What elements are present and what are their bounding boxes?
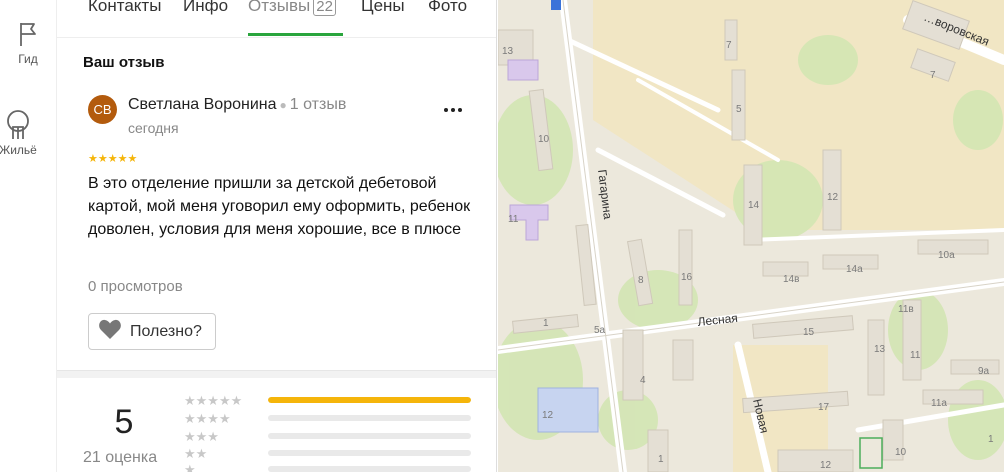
more-dot-icon	[451, 108, 455, 112]
rail-item-guide[interactable]: Гид	[0, 20, 56, 66]
house-number: 7	[930, 70, 936, 81]
house-number: 17	[818, 402, 830, 413]
house-number: 15	[803, 327, 815, 338]
useful-label: Полезно?	[130, 322, 202, 340]
house-number: 13	[874, 344, 886, 355]
review-author: Светлана Воронина ● 1 отзыв	[128, 96, 346, 114]
house-icon	[0, 107, 46, 143]
distribution-fill	[268, 397, 471, 403]
section-divider	[57, 370, 496, 378]
author-name[interactable]: Светлана Воронина	[128, 96, 277, 113]
tab-label: Цены	[361, 0, 405, 15]
house-number: 14а	[846, 264, 863, 275]
tab-count-badge: 22	[313, 0, 336, 16]
review-views: 0 просмотров	[88, 278, 183, 295]
review-rating-stars: ★★★★★	[88, 153, 138, 165]
house-number: 1	[658, 454, 664, 465]
tab-prices[interactable]: Цены	[361, 0, 405, 16]
tab-reviews[interactable]: Отзывы 22	[248, 0, 336, 16]
review-text: В это отделение пришли за детской дебето…	[88, 175, 471, 238]
house-number: 10	[538, 134, 550, 145]
house-number: 13	[502, 46, 514, 57]
more-dot-icon	[444, 108, 448, 112]
house-number: 11	[910, 350, 921, 361]
flag-icon	[0, 20, 56, 48]
tab-label: Инфо	[183, 0, 229, 15]
house-number: 12	[827, 192, 839, 203]
section-title: Ваш отзыв	[83, 54, 165, 71]
house-number: 1	[543, 318, 549, 329]
distribution-stars: ★★★	[184, 429, 219, 444]
separator-dot: ●	[279, 98, 287, 112]
house-number: 11	[508, 214, 519, 225]
distribution-stars: ★★	[184, 446, 208, 461]
house-number: 12	[542, 410, 554, 421]
reviews-panel: Контакты Инфо Отзывы 22 Цены Фото Ваш отз…	[56, 0, 497, 472]
map[interactable]: Гагарина Лесная Новая …воровская 13 10 1…	[498, 0, 1004, 472]
average-rating: 5	[114, 403, 134, 441]
rail-item-label: Гид	[18, 52, 38, 66]
distribution-bar	[268, 397, 471, 403]
house-number: 12	[820, 460, 832, 471]
author-review-count: 1 отзыв	[289, 96, 347, 113]
house-number: 11в	[898, 304, 914, 315]
avatar[interactable]: СВ	[88, 95, 117, 124]
tab-photos[interactable]: Фото	[428, 0, 467, 16]
distribution-bar	[268, 433, 471, 439]
house-number: 7	[726, 40, 732, 51]
house-number: 14	[748, 200, 760, 211]
distribution-stars: ★★★★	[184, 411, 231, 426]
map-canvas[interactable]: Гагарина Лесная Новая …воровская 13 10 1…	[498, 0, 1004, 472]
house-number: 11а	[931, 398, 947, 409]
tab-info[interactable]: Инфо	[183, 0, 228, 16]
review-date: сегодня	[128, 120, 179, 136]
rating-count: 21 оценка	[83, 449, 158, 466]
heart-icon	[98, 318, 130, 345]
distribution-bar	[268, 450, 471, 456]
distribution-bar	[268, 466, 471, 472]
rail-item-housing[interactable]: Жильё	[0, 107, 46, 157]
house-number: 10	[895, 447, 907, 458]
rail-item-label: Жильё	[0, 143, 37, 157]
app-root: Гид Жильё Контакты Инфо Отзывы 22 Цены Фо…	[0, 0, 1004, 472]
distribution-bar	[268, 415, 471, 421]
house-number: 1	[988, 434, 994, 445]
tab-label: Контакты	[88, 0, 162, 15]
distribution-stars: ★	[184, 462, 196, 472]
house-number: 8	[638, 275, 644, 286]
house-number: 4	[640, 375, 646, 386]
house-number: 5а	[594, 325, 606, 336]
distribution-stars: ★★★★★	[184, 393, 243, 408]
tab-label: Отзывы	[248, 0, 311, 15]
house-number: 10а	[938, 250, 955, 261]
tab-contacts[interactable]: Контакты	[88, 0, 161, 16]
more-options-button[interactable]	[439, 98, 467, 122]
more-dot-icon	[458, 108, 462, 112]
house-number: 9а	[978, 366, 990, 377]
active-tab-indicator	[248, 33, 343, 36]
house-number: 14в	[783, 274, 799, 285]
house-number: 5	[736, 104, 742, 115]
useful-button[interactable]: Полезно?	[88, 313, 216, 350]
tab-bar: Контакты Инфо Отзывы 22 Цены Фото	[57, 0, 496, 38]
house-number: 16	[681, 272, 693, 283]
tab-label: Фото	[428, 0, 468, 15]
left-rail: Гид Жильё	[0, 0, 56, 472]
